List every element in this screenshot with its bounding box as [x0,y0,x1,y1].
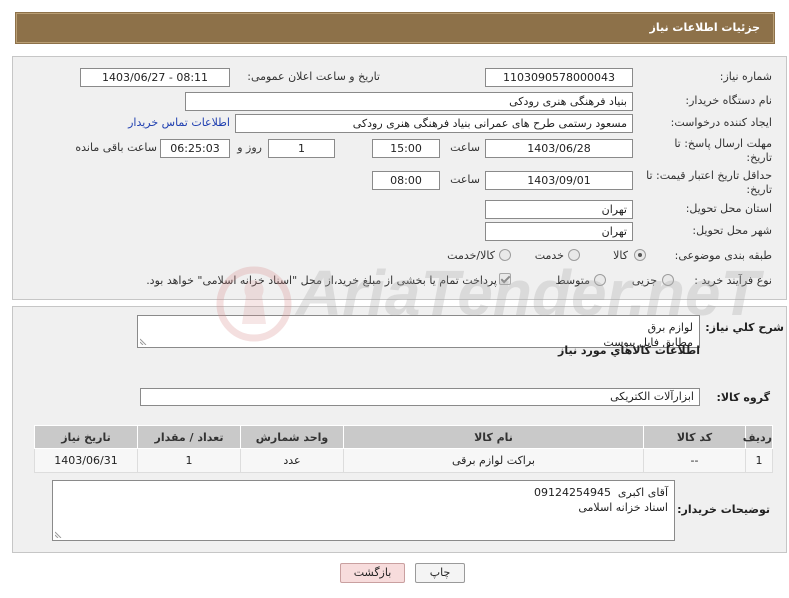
announce-datetime-label: تاریخ و ساعت اعلان عمومی: [247,70,380,83]
process-medium-label: متوسط [555,274,590,287]
delivery-city-label: شهر محل تحویل: [692,224,772,237]
column-header: نام کالا [343,425,644,449]
table-cell-quantity: 1 [137,448,241,473]
column-header: کد کالا [643,425,746,449]
table-row[interactable]: 1 -- براکت لوازم برقی عدد 1 1403/06/31 [34,448,773,473]
buyer-notes-label: توضیحات خریدار: [677,503,770,516]
buyer-org-label: نام دستگاه خریدار: [685,94,772,107]
back-button[interactable]: بازگشت [340,563,405,583]
purchase-process-label: نوع فرآیند خرید : [694,274,772,287]
price-validity-label-line1: حداقل تاریخ اعتبار قیمت: تا [646,169,772,182]
subject-category-label: طبقه بندی موضوعی: [674,249,772,262]
delivery-province-label: استان محل تحویل: [685,202,772,215]
table-header-row: ردیف کد کالا نام کالا واحد شمارش تعداد /… [34,425,773,449]
remaining-days-field[interactable]: 1 [268,139,335,158]
table-cell-goods-code: -- [643,448,746,473]
response-deadline-time-label: ساعت [450,141,480,154]
column-header: واحد شمارش [240,425,344,449]
buyer-notes-line: اسناد خزانه اسلامی [578,501,668,514]
print-button[interactable]: چاپ [415,563,465,583]
table-cell-unit: عدد [240,448,344,473]
category-service-label: خدمت [534,249,564,262]
requester-label: ایجاد کننده درخواست: [670,116,772,129]
page-header-bar: جزئیات اطلاعات نیاز [15,12,775,44]
remaining-days-label: روز و [237,141,262,154]
process-minor-radio[interactable] [662,274,674,286]
buyer-notes-textarea[interactable]: آقای اکبری 09124254945 اسناد خزانه اسلام… [52,480,675,541]
description-label: شرح کلي نياز: [705,321,784,334]
need-number-field[interactable]: 1103090578000043 [485,68,633,87]
delivery-province-field[interactable]: تهران [485,200,633,219]
category-service-radio[interactable] [568,249,580,261]
goods-table: ردیف کد کالا نام کالا واحد شمارش تعداد /… [34,425,773,473]
description-line: لوازم برق [647,321,693,334]
column-header: ردیف [743,425,773,449]
price-validity-label-line2: تاریخ: [746,183,772,196]
resize-handle-icon[interactable] [140,337,148,345]
column-header: تاریخ نیاز [34,425,138,449]
price-validity-time-field[interactable]: 08:00 [372,171,440,190]
process-minor-label: جزیی [631,274,657,287]
buyer-notes-line: آقای اکبری 09124254945 [533,486,668,499]
price-validity-date-field[interactable]: 1403/09/01 [485,171,633,190]
category-goods-service-label: کالا/خدمت [447,249,495,262]
goods-section-heading: اطلاعات کالاهاي مورد نياز [558,344,700,357]
process-medium-radio[interactable] [594,274,606,286]
price-validity-time-label: ساعت [450,173,480,186]
table-cell-need-date: 1403/06/31 [34,448,138,473]
treasury-payment-checkbox[interactable] [499,273,511,285]
response-deadline-date-field[interactable]: 1403/06/28 [485,139,633,158]
response-deadline-label-line2: تاریخ: [746,151,772,164]
remaining-time-label: ساعت باقی مانده [75,141,157,154]
buyer-org-field[interactable]: بنیاد فرهنگی هنری رودکی [185,92,633,111]
category-goods-label: کالا [613,249,628,262]
goods-group-field[interactable]: ابزارآلات الکتریکی [140,388,700,406]
delivery-city-field[interactable]: تهران [485,222,633,241]
category-goods-radio[interactable] [634,249,646,261]
table-cell-row-number: 1 [745,448,773,473]
announce-datetime-field[interactable]: 1403/06/27 - 08:11 [80,68,230,87]
category-goods-service-radio[interactable] [499,249,511,261]
buyer-contact-link[interactable]: اطلاعات تماس خریدار [128,116,230,130]
treasury-payment-label: پرداخت تمام یا بخشی از مبلغ خرید،از محل … [146,274,497,287]
need-number-label: شماره نیاز: [719,70,772,83]
remaining-time-field[interactable]: 06:25:03 [160,139,230,158]
table-cell-goods-name: براکت لوازم برقی [343,448,644,473]
requester-field[interactable]: مسعود رستمی طرح های عمرانی بنیاد فرهنگی … [235,114,633,133]
response-deadline-time-field[interactable]: 15:00 [372,139,440,158]
goods-group-label: گروه کالا: [716,391,770,404]
response-deadline-label-line1: مهلت ارسال پاسخ: تا [674,137,772,150]
resize-handle-icon[interactable] [55,530,63,538]
column-header: تعداد / مقدار [137,425,241,449]
page-title: جزئیات اطلاعات نیاز [649,21,761,34]
